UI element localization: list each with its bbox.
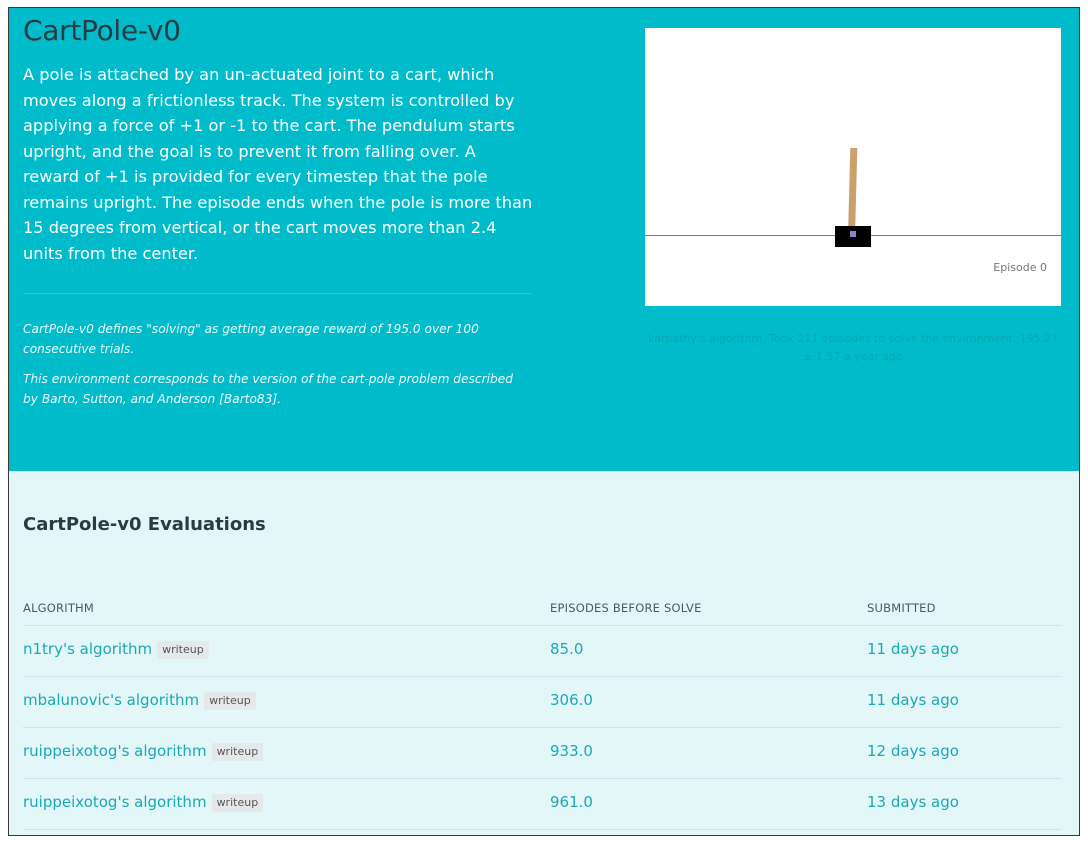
algorithm-link[interactable]: ruippeixotog's algorithm bbox=[23, 793, 207, 811]
column-header-submitted: SUBMITTED bbox=[867, 601, 936, 615]
writeup-tag[interactable]: writeup bbox=[204, 692, 256, 710]
environment-description: A pole is attached by an un-actuated joi… bbox=[23, 65, 533, 263]
algorithm-cell: n1try's algorithm writeup bbox=[23, 640, 209, 659]
evaluations-table: ALGORITHM EPISODES BEFORE SOLVE SUBMITTE… bbox=[23, 596, 1061, 830]
table-row: ruippeixotog's algorithm writeup 933.0 12… bbox=[23, 728, 1061, 779]
cartpole-visualization: Episode 0 bbox=[645, 28, 1061, 306]
episodes-cell: 961.0 bbox=[550, 793, 593, 811]
algorithm-link[interactable]: mbalunovic's algorithm bbox=[23, 691, 199, 709]
table-header: ALGORITHM EPISODES BEFORE SOLVE SUBMITTE… bbox=[23, 596, 1061, 626]
algorithm-cell: mbalunovic's algorithm writeup bbox=[23, 691, 256, 710]
environment-title: CartPole-v0 bbox=[23, 14, 181, 47]
visualization-caption: karpathy's algorithm. Took 211 episodes … bbox=[647, 332, 1059, 363]
page-frame: CartPole-v0 A pole is attached by an un-… bbox=[8, 7, 1080, 836]
writeup-tag[interactable]: writeup bbox=[211, 794, 264, 812]
episodes-cell: 85.0 bbox=[550, 640, 584, 658]
episodes-cell: 933.0 bbox=[550, 742, 593, 760]
pole-joint bbox=[850, 231, 856, 237]
column-header-episodes: EPISODES BEFORE SOLVE bbox=[550, 601, 702, 615]
column-header-algorithm: ALGORITHM bbox=[23, 601, 95, 615]
submitted-link[interactable]: 12 days ago bbox=[867, 742, 959, 760]
evaluations-title: CartPole-v0 Evaluations bbox=[23, 514, 266, 535]
table-row: mbalunovic's algorithm writeup 306.0 11 d… bbox=[23, 677, 1061, 728]
algorithm-cell: ruippeixotog's algorithm writeup bbox=[23, 742, 264, 761]
algorithm-cell: ruippeixotog's algorithm writeup bbox=[23, 793, 264, 812]
pole bbox=[848, 147, 858, 237]
algorithm-link[interactable]: ruippeixotog's algorithm bbox=[23, 742, 207, 760]
algorithm-link[interactable]: n1try's algorithm bbox=[23, 640, 152, 658]
solving-note: CartPole-v0 defines "solving" as getting… bbox=[23, 322, 479, 356]
submitted-link[interactable]: 11 days ago bbox=[867, 640, 959, 658]
submitted-link[interactable]: 13 days ago bbox=[867, 793, 959, 811]
hero-divider bbox=[23, 293, 531, 294]
episode-label: Episode 0 bbox=[993, 261, 1047, 274]
environment-hero: CartPole-v0 A pole is attached by an un-… bbox=[9, 8, 1079, 471]
episodes-cell: 306.0 bbox=[550, 691, 593, 709]
reference-note: This environment corresponds to the vers… bbox=[23, 372, 513, 406]
table-row: ruippeixotog's algorithm writeup 961.0 13… bbox=[23, 779, 1061, 830]
submitted-link[interactable]: 11 days ago bbox=[867, 691, 959, 709]
table-row: n1try's algorithm writeup 85.0 11 days ag… bbox=[23, 626, 1061, 677]
writeup-tag[interactable]: writeup bbox=[157, 641, 209, 659]
writeup-tag[interactable]: writeup bbox=[211, 743, 264, 761]
